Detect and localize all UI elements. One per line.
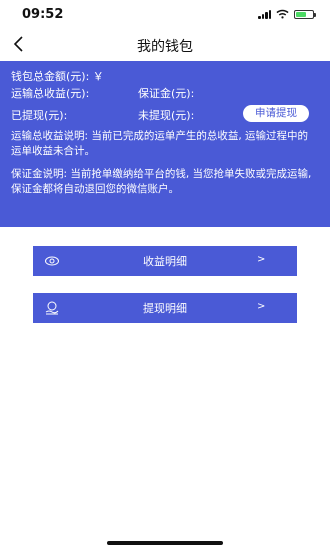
withdraw-detail-button[interactable]: 提现明细 > — [33, 293, 297, 323]
battery-level — [296, 11, 306, 17]
withdrawn-label: 已提现(元): — [11, 109, 68, 122]
signal-icon — [258, 9, 271, 19]
home-indicator — [107, 541, 223, 545]
withdraw-button[interactable]: 申请提现 — [243, 105, 309, 122]
status-icons — [258, 9, 316, 19]
status-time: 09:52 — [22, 7, 64, 22]
battery-icon — [294, 9, 316, 19]
wallet-panel: 钱包总金额(元): ￥ 运输总收益(元): 保证金(元): 已提现(元): 未提… — [0, 61, 330, 227]
wifi-icon — [276, 9, 289, 19]
income-description: 运输总收益说明: 当前已完成的运单产生的总收益, 运输过程中的运单收益未合计。 — [11, 130, 309, 157]
deposit-label: 保证金(元): — [138, 87, 195, 100]
balance-label: 钱包总金额(元): ￥ — [11, 70, 104, 83]
status-bar: 09:52 — [0, 0, 330, 28]
not-withdrawn-label: 未提现(元): — [138, 109, 195, 122]
income-label: 运输总收益(元): — [11, 87, 90, 100]
income-detail-button[interactable]: 收益明细 > — [33, 246, 297, 276]
nav-bar: 我的钱包 — [0, 28, 330, 61]
page-title: 我的钱包 — [137, 39, 193, 55]
chevron-right-icon: > — [257, 301, 266, 312]
deposit-description: 保证金说明: 当前抢单缴纳给平台的钱, 当您抢单失败或完成运输, 保证金都将自动… — [11, 168, 312, 195]
chevron-right-icon: > — [257, 254, 266, 265]
